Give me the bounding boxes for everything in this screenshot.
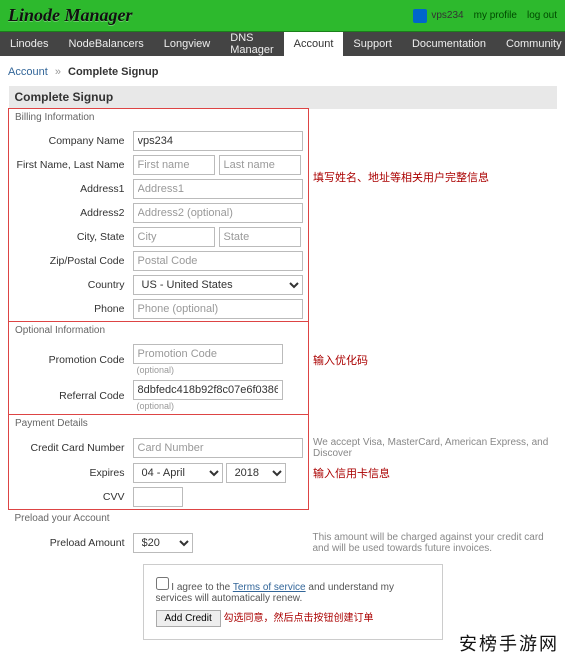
city-input[interactable] [133,227,215,247]
username: vps234 [431,10,463,21]
phone-input[interactable] [133,299,303,319]
nav-longview[interactable]: Longview [154,32,220,56]
logo: Linode Manager [8,5,133,26]
note-preload: This amount will be charged against your… [309,530,558,556]
cc-input[interactable] [133,438,303,458]
log-out-link[interactable]: log out [527,10,557,21]
breadcrumb-sep: » [55,66,61,78]
address1-input[interactable] [133,179,303,199]
optional-tag-2: (optional) [137,401,175,411]
exp-year-select[interactable]: 2018 [226,463,286,483]
label-phone: Phone [9,297,129,322]
user-badge[interactable]: vps234 [413,9,463,23]
label-referral: Referral Code [9,378,129,415]
section-billing: Billing Information [9,109,309,130]
agree-box: I agree to the Terms of service and unde… [143,564,443,640]
agree-checkbox[interactable] [156,577,169,590]
company-input[interactable] [133,131,303,151]
state-input[interactable] [219,227,301,247]
note-billing: 填写姓名、地址等相关用户完整信息 [309,129,558,225]
optional-tag-1: (optional) [137,365,175,375]
section-main-header: Complete Signup [9,86,558,109]
label-expires: Expires [9,461,129,485]
preload-select[interactable]: $20 [133,533,193,553]
label-promo: Promotion Code [9,342,129,378]
breadcrumb-current: Complete Signup [68,66,158,78]
cvv-input[interactable] [133,487,183,507]
tos-link[interactable]: Terms of service [233,582,306,593]
header-right: vps234 my profile log out [413,9,557,23]
first-name-input[interactable] [133,155,215,175]
content: Account » Complete Signup Complete Signu… [0,56,565,662]
promo-input[interactable] [133,344,283,364]
note-payment-accept: We accept Visa, MasterCard, American Exp… [309,435,558,461]
label-zip: Zip/Postal Code [9,249,129,273]
exp-month-select[interactable]: 04 - April [133,463,223,483]
agree-label[interactable]: I agree to the Terms of service and unde… [156,582,395,604]
nav-community[interactable]: Community [496,32,565,56]
country-select[interactable]: US - United States [133,275,303,295]
nav-account[interactable]: Account [284,32,344,56]
referral-input[interactable] [133,380,283,400]
label-company: Company Name [9,129,129,153]
label-citystate: City, State [9,225,129,249]
breadcrumb: Account » Complete Signup [8,66,557,78]
label-addr1: Address1 [9,177,129,201]
nav-dnsmanager[interactable]: DNS Manager [220,32,283,56]
agree-pre: I agree to the [171,582,233,593]
app-header: Linode Manager vps234 my profile log out [0,0,565,32]
address2-input[interactable] [133,203,303,223]
note-promo: 输入优化码 [309,342,558,378]
breadcrumb-root[interactable]: Account [8,66,48,78]
section-preload: Preload your Account [9,510,558,531]
user-icon [413,9,427,23]
last-name-input[interactable] [219,155,301,175]
section-optional: Optional Information [9,322,309,343]
label-cvv: CVV [9,485,129,510]
nav-nodebalancers[interactable]: NodeBalancers [59,32,154,56]
label-addr2: Address2 [9,201,129,225]
signup-form: Complete Signup Billing Information Comp… [8,86,557,642]
nav-linodes[interactable]: Linodes [0,32,59,56]
label-cc: Credit Card Number [9,435,129,461]
nav-support[interactable]: Support [343,32,402,56]
my-profile-link[interactable]: my profile [474,10,517,21]
agree-red-note: 勾选同意，然后点击按钮创建订单 [224,613,374,624]
label-country: Country [9,273,129,297]
note-payment-red: 输入信用卡信息 [309,461,558,485]
section-payment: Payment Details [9,415,309,436]
nav-documentation[interactable]: Documentation [402,32,496,56]
main-nav: Linodes NodeBalancers Longview DNS Manag… [0,32,565,56]
label-name: First Name, Last Name [9,153,129,177]
zip-input[interactable] [133,251,303,271]
label-preload-amt: Preload Amount [9,530,129,556]
add-credit-button[interactable]: Add Credit [156,610,221,627]
